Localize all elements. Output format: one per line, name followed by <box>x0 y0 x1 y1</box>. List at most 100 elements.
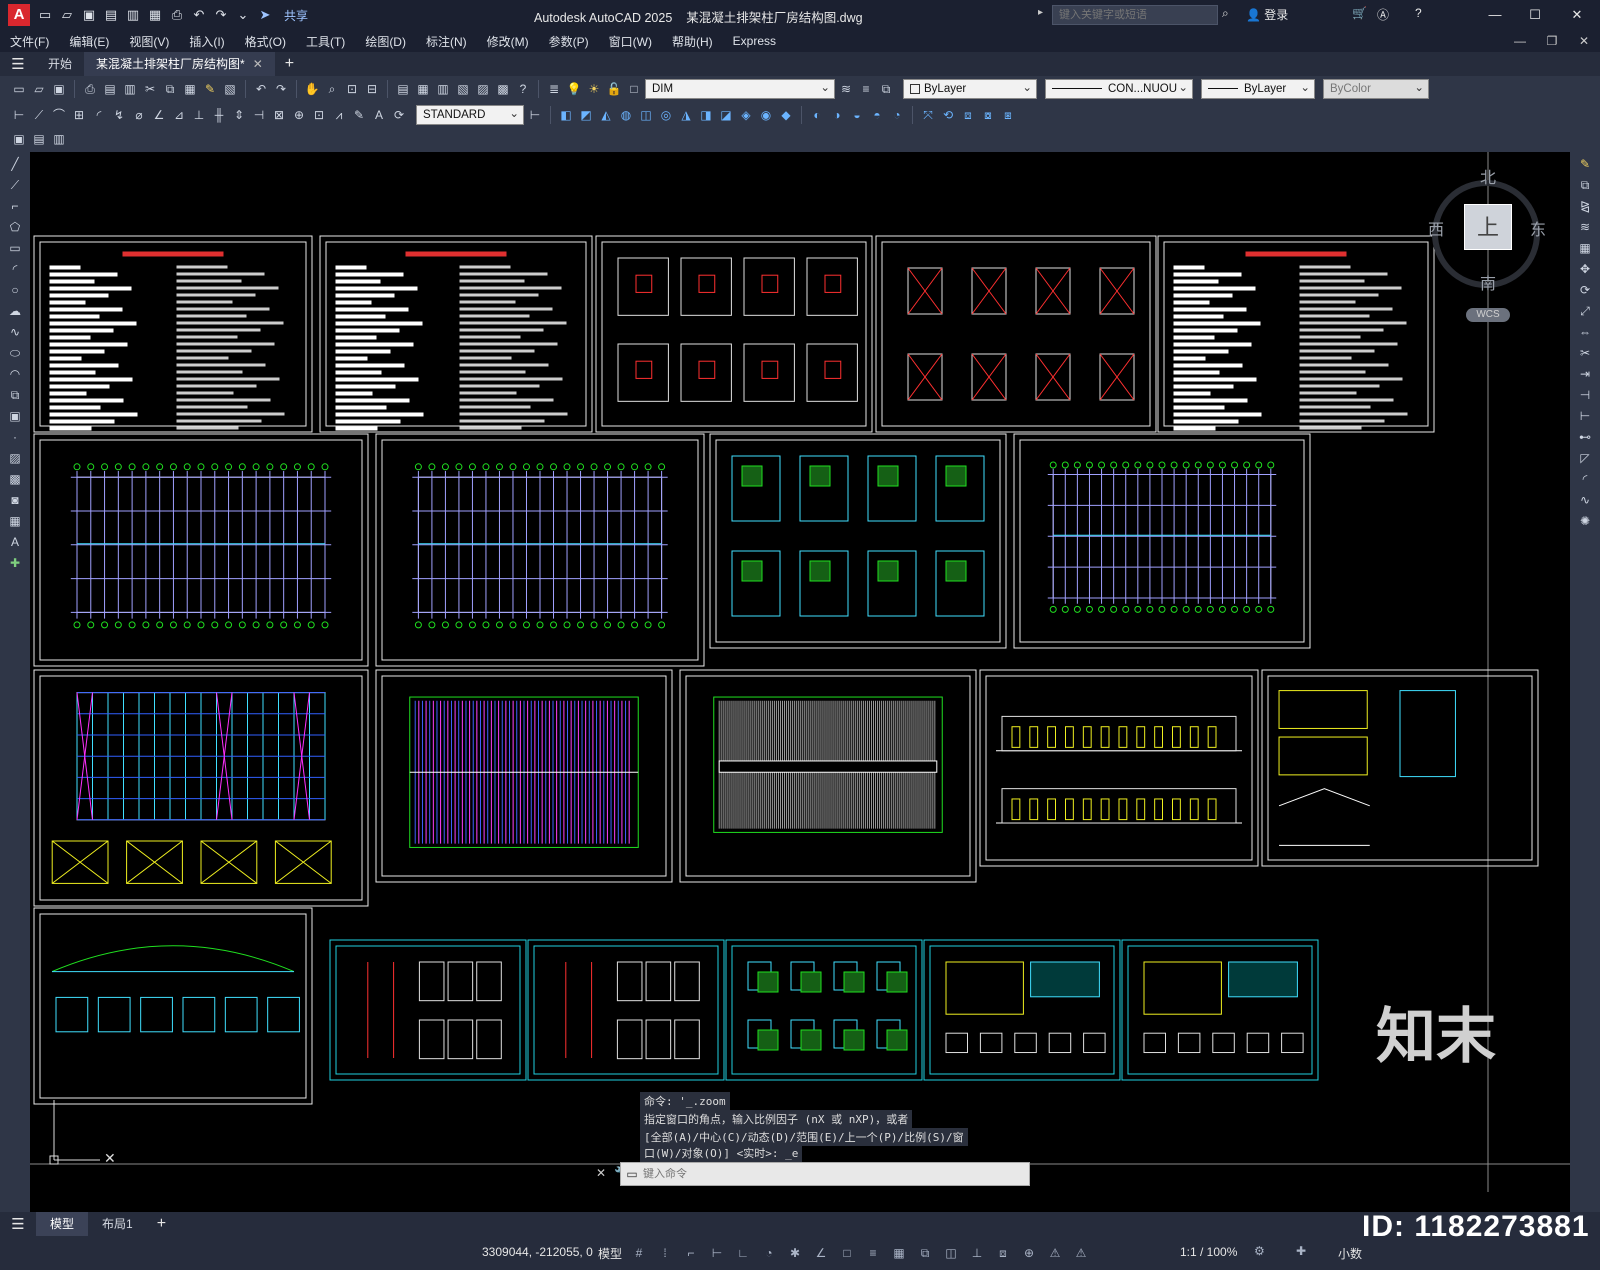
menu-window[interactable]: 窗口(W) <box>609 33 652 50</box>
undo-icon[interactable]: ↶ <box>252 80 270 98</box>
sweep-icon[interactable]: ◈ <box>737 106 755 124</box>
offset-icon[interactable]: ≋ <box>1576 218 1594 236</box>
break-icon[interactable]: ⊢ <box>1576 407 1594 425</box>
subtract-icon[interactable]: ◑ <box>828 106 846 124</box>
make-current-layer-icon[interactable]: ≋ <box>837 80 855 98</box>
object-snap-icon[interactable]: □ <box>838 1244 856 1262</box>
modeling-box-icon[interactable]: ◧ <box>557 106 575 124</box>
zoom-window-icon[interactable]: ⊡ <box>343 80 361 98</box>
dim-space-icon[interactable]: ⇕ <box>230 106 248 124</box>
menu-parametric[interactable]: 参数(P) <box>549 33 589 50</box>
command-input[interactable] <box>643 1168 943 1180</box>
minimize-button[interactable]: — <box>1478 3 1512 27</box>
web-save-icon[interactable]: ▦ <box>146 6 164 24</box>
modeling-wedge-icon[interactable]: ◩ <box>577 106 595 124</box>
share-button[interactable]: 共享 <box>284 7 308 24</box>
jogged-dim-icon[interactable]: ↯ <box>110 106 128 124</box>
scale-icon[interactable]: ⤢ <box>1576 302 1594 320</box>
viewcube-north[interactable]: 北 <box>1480 164 1496 188</box>
extend-icon[interactable]: ⇥ <box>1576 365 1594 383</box>
dim-update-icon[interactable]: ⟳ <box>390 106 408 124</box>
dim-style-icon[interactable]: ⊢ <box>526 106 544 124</box>
search-icon[interactable]: ⌕ <box>1222 6 1229 21</box>
polygon-icon[interactable]: ⬠ <box>6 218 24 236</box>
text-style-dropdown[interactable]: STANDARD <box>416 105 524 125</box>
annotation-monitor-icon[interactable]: ✚ <box>1296 1244 1306 1258</box>
attach-xref-icon[interactable]: ▤ <box>30 130 48 148</box>
selection-cycling-icon[interactable]: ⧉ <box>916 1244 934 1262</box>
edit-attribute-icon[interactable]: ▥ <box>50 130 68 148</box>
zoom-previous-icon[interactable]: ⊟ <box>363 80 381 98</box>
block-editor-icon[interactable]: ▧ <box>221 80 239 98</box>
revision-cloud-icon[interactable]: ☁ <box>6 302 24 320</box>
menu-help[interactable]: 帮助(H) <box>672 33 713 50</box>
3d-align-icon[interactable]: ⧈ <box>959 106 977 124</box>
color-dropdown[interactable]: ByLayer <box>903 79 1037 99</box>
aligned-dim-icon[interactable]: ⟋ <box>30 106 48 124</box>
thicken-icon[interactable]: ◔ <box>888 106 906 124</box>
3d-mirror-icon[interactable]: ⧆ <box>999 106 1017 124</box>
point-icon[interactable]: · <box>6 428 24 446</box>
coordinates-readout[interactable]: 3309044, -212055, 0 <box>482 1245 593 1259</box>
tab-drawing[interactable]: 某混凝土排架柱厂房结构图* ✕ <box>84 52 275 76</box>
ortho-icon[interactable]: ∟ <box>734 1244 752 1262</box>
close-button[interactable]: ✕ <box>1560 3 1594 27</box>
modeling-cylinder-icon[interactable]: ◫ <box>637 106 655 124</box>
array-icon[interactable]: ▦ <box>1576 239 1594 257</box>
undo-icon[interactable]: ↶ <box>190 6 208 24</box>
ellipse-arc-icon[interactable]: ◠ <box>6 365 24 383</box>
doc-close-button[interactable]: ✕ <box>1568 30 1600 52</box>
new-icon[interactable]: ▭ <box>10 80 28 98</box>
extrude-icon[interactable]: ◨ <box>697 106 715 124</box>
viewcube-west[interactable]: 西 <box>1428 216 1444 240</box>
calculator-icon[interactable]: ▩ <box>494 80 512 98</box>
baseline-dim-icon[interactable]: ⊥ <box>190 106 208 124</box>
paste-icon[interactable]: ▦ <box>181 80 199 98</box>
spline-icon[interactable]: ∿ <box>6 323 24 341</box>
open-icon[interactable]: ▱ <box>58 6 76 24</box>
open-icon[interactable]: ▱ <box>30 80 48 98</box>
dim-text-edit-icon[interactable]: A <box>370 106 388 124</box>
sheet-set-icon[interactable]: ▧ <box>454 80 472 98</box>
dim-edit-icon[interactable]: ✎ <box>350 106 368 124</box>
tolerance-icon[interactable]: ⊠ <box>270 106 288 124</box>
layer-dropdown[interactable]: DIM <box>645 79 835 99</box>
dynamic-ucs-icon[interactable]: ⊥ <box>968 1244 986 1262</box>
polyline-icon[interactable]: ⌐ <box>6 197 24 215</box>
layer-properties-icon[interactable]: ≣ <box>545 80 563 98</box>
modeling-pyramid-icon[interactable]: ◮ <box>677 106 695 124</box>
gradient-icon[interactable]: ▩ <box>6 470 24 488</box>
tool-palettes-icon[interactable]: ▥ <box>434 80 452 98</box>
quick-dim-icon[interactable]: ⊿ <box>170 106 188 124</box>
publish-icon[interactable]: ▥ <box>121 80 139 98</box>
menu-view[interactable]: 视图(V) <box>129 33 169 50</box>
object-snap-tracking-icon[interactable]: ∠ <box>812 1244 830 1262</box>
save-as-icon[interactable]: ▤ <box>102 6 120 24</box>
center-mark-icon[interactable]: ⊕ <box>290 106 308 124</box>
ellipse-icon[interactable]: ⬭ <box>6 344 24 362</box>
jogged-linear-icon[interactable]: ⩘ <box>330 106 348 124</box>
modeling-cone-icon[interactable]: ◭ <box>597 106 615 124</box>
viewcube-east[interactable]: 东 <box>1530 216 1546 240</box>
chamfer-icon[interactable]: ◸ <box>1576 449 1594 467</box>
menu-dimension[interactable]: 标注(N) <box>426 33 467 50</box>
layer-freeze-icon[interactable]: ☀ <box>585 80 603 98</box>
menu-draw[interactable]: 绘图(D) <box>365 33 406 50</box>
dim-break-icon[interactable]: ⊣ <box>250 106 268 124</box>
erase-icon[interactable]: ✎ <box>1576 155 1594 173</box>
layer-previous-icon[interactable]: ≡ <box>857 80 875 98</box>
presspull-icon[interactable]: ◪ <box>717 106 735 124</box>
design-center-icon[interactable]: ▦ <box>414 80 432 98</box>
search-expand-icon[interactable]: ▸ <box>1038 7 1043 18</box>
help-icon[interactable]: ? <box>1415 6 1422 23</box>
tab-close-icon[interactable]: ✕ <box>253 57 263 71</box>
mirror-icon[interactable]: ⧎ <box>1576 197 1594 215</box>
stretch-icon[interactable]: ⇔ <box>1576 323 1594 341</box>
snap-icon[interactable]: ⁞ <box>656 1244 674 1262</box>
infer-constraints-icon[interactable]: ⌐ <box>682 1244 700 1262</box>
menu-express[interactable]: Express <box>733 34 776 48</box>
plot-icon[interactable]: ⎙ <box>81 80 99 98</box>
layer-on-icon[interactable]: 💡 <box>565 80 583 98</box>
workspace-gear-icon[interactable]: ⚙ <box>1254 1244 1265 1258</box>
ordinate-dim-icon[interactable]: ⊞ <box>70 106 88 124</box>
